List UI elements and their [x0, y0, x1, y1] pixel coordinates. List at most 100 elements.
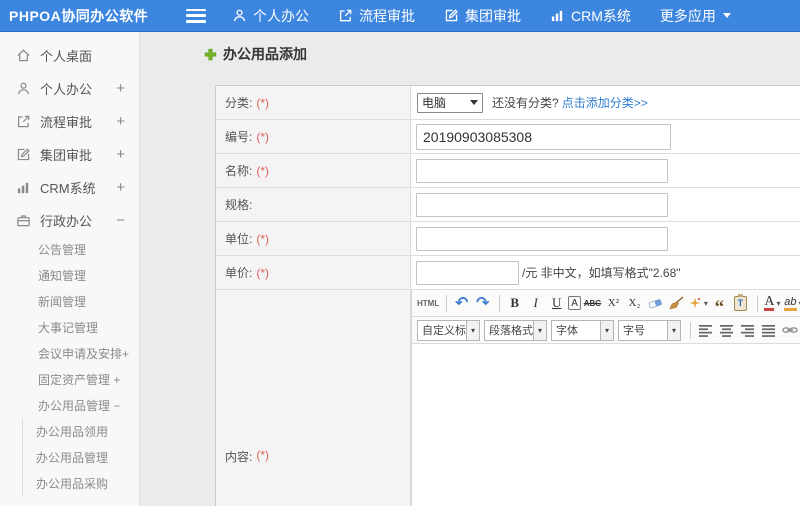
sidebar-item-label: 个人桌面 [40, 49, 93, 64]
code-input[interactable] [416, 123, 671, 150]
sidebar-subitem-office-supplies[interactable]: 办公用品管理 − [0, 393, 139, 419]
main-content: 办公用品添加 分类: (*) 电脑 还没有分类? 点击添加分类>> 编号: (*… [140, 32, 800, 506]
strikethrough-button[interactable]: ABC [583, 293, 602, 313]
editor-toolbar-row1: HTML ↶ ↷ B I U A ABC X² X₂ ▾ “ T A ▾ ab [412, 290, 800, 317]
category-select[interactable]: 电脑 [417, 92, 483, 113]
font-color-button[interactable]: A ▾ [763, 293, 782, 313]
expand-sign: + [116, 80, 125, 97]
name-value-cell [411, 154, 800, 187]
toolbar-separator [499, 294, 501, 312]
sidebar-item-group-approval[interactable]: 集团审批 + [0, 138, 139, 171]
add-icon [204, 48, 217, 60]
brush-icon [669, 296, 684, 310]
html-source-button[interactable]: HTML [417, 293, 439, 313]
auto-typeset-button[interactable]: ▾ [688, 293, 708, 313]
remove-format-button[interactable] [646, 293, 665, 313]
briefcase-icon [17, 215, 30, 227]
align-justify-icon [762, 324, 775, 337]
code-value-cell [411, 120, 800, 153]
expand-sign: + [116, 179, 125, 196]
menu-toggle-icon[interactable] [186, 8, 206, 23]
sidebar-subsubitem-supplies-purchase[interactable]: 办公用品采购 [23, 471, 139, 497]
form-row-unit: 单位: (*) [216, 222, 800, 256]
price-hint: /元 非中文，如填写格式"2.68" [522, 266, 681, 280]
price-label: 单价: (*) [216, 256, 411, 289]
bg-color-glyph: ab [784, 296, 797, 311]
subscript-button[interactable]: X₂ [625, 293, 644, 313]
paragraph-format-select[interactable]: 段落格式 ▾ [484, 319, 547, 341]
redo-button[interactable]: ↷ [473, 293, 492, 313]
font-size-select[interactable]: 字号 ▾ [618, 319, 681, 341]
nav-label: 更多应用 [659, 7, 716, 24]
sidebar-subitem-announcement[interactable]: 公告管理 [0, 237, 139, 263]
nav-workflow-approval[interactable]: 流程审批 [338, 6, 415, 26]
sidebar-item-crm[interactable]: CRM系统 + [0, 171, 139, 204]
font-family-select[interactable]: 字体 ▾ [551, 319, 614, 341]
add-category-link[interactable]: 点击添加分类>> [562, 94, 648, 111]
price-input[interactable] [416, 260, 519, 285]
format-brush-button[interactable] [667, 293, 686, 313]
nav-crm[interactable]: CRM系统 [550, 6, 631, 26]
background-color-button[interactable]: ab ▾ [784, 293, 800, 313]
align-justify-button[interactable] [759, 320, 778, 340]
editor-content[interactable] [412, 344, 800, 506]
user-icon [17, 82, 30, 95]
page-title-text: 办公用品添加 [223, 46, 307, 62]
sidebar-subsubitem-supplies-manage[interactable]: 办公用品管理 [23, 445, 139, 471]
toolbar-separator [446, 294, 448, 312]
align-right-button[interactable] [738, 320, 757, 340]
nav-more-apps[interactable]: 更多应用 [660, 6, 731, 26]
chart-icon [17, 182, 29, 194]
name-input[interactable] [416, 158, 668, 183]
sidebar-subitem-events[interactable]: 大事记管理 [0, 315, 139, 341]
content-label: 内容: (*) [216, 290, 411, 506]
chart-icon [551, 10, 563, 22]
insert-link-button[interactable] [780, 320, 799, 340]
required-mark: (*) [256, 448, 270, 462]
spec-label: 规格: [216, 188, 411, 221]
sidebar-item-workflow-approval[interactable]: 流程审批 + [0, 105, 139, 138]
required-mark: (*) [256, 129, 270, 144]
align-left-button[interactable] [696, 320, 715, 340]
sidebar-subitem-meeting[interactable]: 会议申请及安排+ [0, 341, 139, 367]
chevron-down-icon: ▾ [533, 320, 546, 340]
sidebar: 个人桌面 个人办公 + 流程审批 + 集团审批 + CRM系统 + 行政办公 − [0, 32, 140, 506]
spec-input[interactable] [416, 192, 668, 217]
sidebar-subsubitem-supplies-claim[interactable]: 办公用品领用 [23, 419, 139, 445]
nav-group-approval[interactable]: 集团审批 [444, 6, 521, 26]
align-center-icon [720, 324, 733, 337]
font-border-button[interactable]: A [568, 296, 581, 310]
form-row-spec: 规格: [216, 188, 800, 222]
nav-personal-office[interactable]: 个人办公 [232, 6, 309, 26]
sidebar-item-personal-office[interactable]: 个人办公 + [0, 72, 139, 105]
app-window: PHPOA协同办公软件 个人办公 流程审批 集团审批 CRM系统 更多应用 个人… [0, 0, 800, 506]
editor-toolbar-row2: 自定义标题 ▾ 段落格式 ▾ 字体 ▾ [412, 317, 800, 344]
sidebar-item-admin-office[interactable]: 行政办公 − [0, 204, 139, 237]
custom-title-select[interactable]: 自定义标题 ▾ [417, 319, 480, 341]
paste-text-button[interactable]: T [731, 293, 750, 313]
undo-button[interactable]: ↶ [452, 293, 471, 313]
superscript-button[interactable]: X² [604, 293, 623, 313]
name-label: 名称: (*) [216, 154, 411, 187]
top-nav: 个人办公 流程审批 集团审批 CRM系统 更多应用 [232, 6, 760, 26]
nav-label: 流程审批 [359, 7, 415, 24]
italic-button[interactable]: I [526, 293, 545, 313]
form-row-code: 编号: (*) [216, 120, 800, 154]
sidebar-subitem-news[interactable]: 新闻管理 [0, 289, 139, 315]
sidebar-item-label: 行政办公 [40, 214, 93, 229]
align-center-button[interactable] [717, 320, 736, 340]
share-icon [18, 115, 30, 128]
sidebar-item-desktop[interactable]: 个人桌面 [0, 39, 139, 72]
font-color-glyph: A [764, 294, 775, 311]
category-hint: 还没有分类? [492, 96, 559, 110]
label-text: 单价: [225, 266, 253, 280]
dropdown-label: 字号 [623, 325, 645, 337]
sidebar-subitem-notice[interactable]: 通知管理 [0, 263, 139, 289]
page-title: 办公用品添加 [204, 44, 307, 64]
sidebar-subitem-fixed-assets[interactable]: 固定资产管理 + [0, 367, 139, 393]
align-right-icon [741, 324, 754, 337]
unit-input[interactable] [416, 226, 668, 251]
bold-button[interactable]: B [505, 293, 524, 313]
underline-button[interactable]: U [547, 293, 566, 313]
blockquote-button[interactable]: “ [710, 293, 729, 317]
